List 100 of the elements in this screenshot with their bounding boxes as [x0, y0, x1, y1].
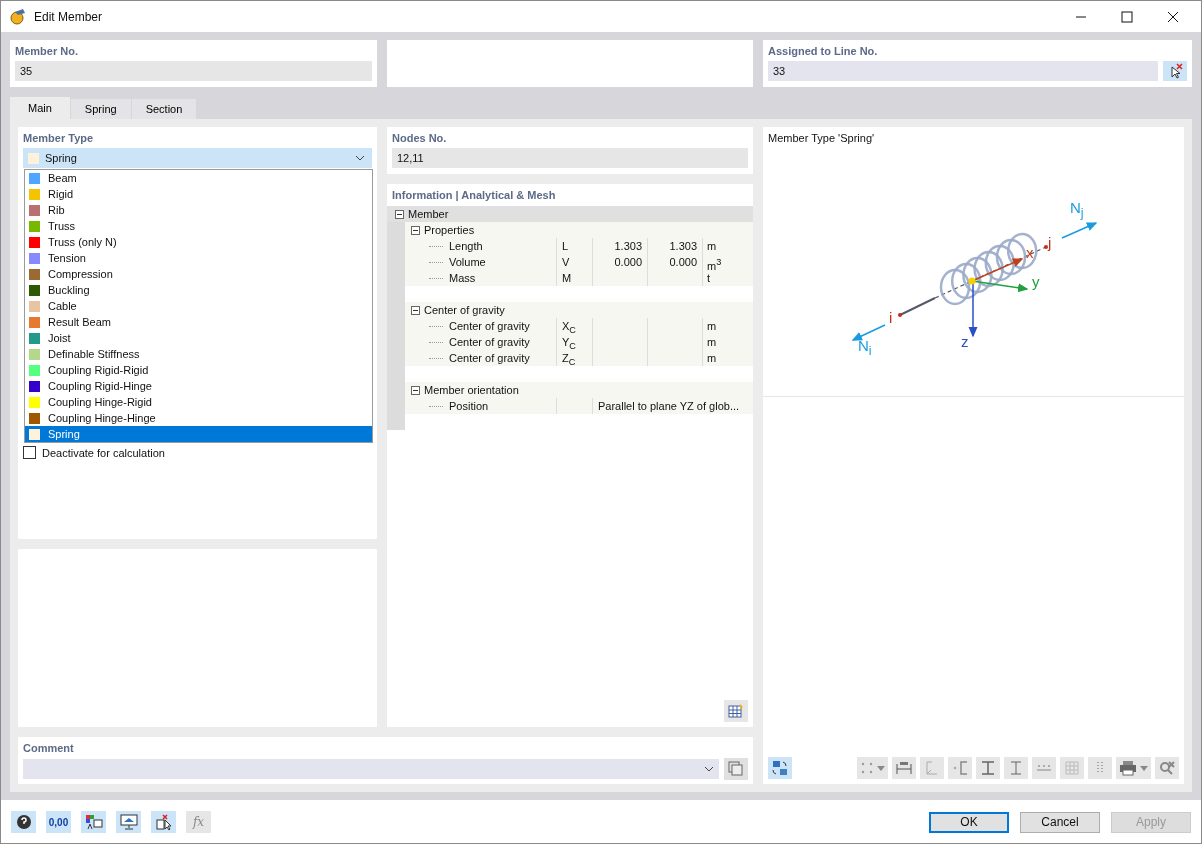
collapse-icon[interactable]	[411, 385, 420, 395]
legend-icon	[84, 814, 103, 830]
tree-label: Position	[449, 399, 489, 414]
toolbar-button[interactable]	[116, 811, 141, 833]
option-label: Truss (only N)	[48, 236, 117, 248]
dropdown-option[interactable]: Coupling Hinge-Hinge	[25, 410, 372, 426]
table-cell: V	[562, 256, 570, 268]
dropdown-option[interactable]: Joist	[25, 330, 372, 346]
tree-label: Center of gravity	[424, 303, 505, 318]
checkbox-label: Deactivate for calculation	[42, 446, 165, 459]
tree-label: Length	[449, 239, 483, 254]
tab[interactable]: Main	[10, 97, 70, 119]
assigned-line-label: Assigned to Line No.	[768, 44, 879, 59]
diagram-label: i	[889, 310, 893, 326]
tree-label: Mass	[449, 271, 476, 286]
tree-label: Volume	[449, 255, 486, 270]
grid-icon	[1064, 760, 1080, 776]
toolbar-button[interactable]: 0,00	[46, 811, 71, 833]
member-type-label: Member Type	[23, 131, 95, 146]
app-icon	[9, 7, 27, 26]
table-cell: Z$_{C}$	[562, 352, 576, 364]
member-type-combo[interactable]: Spring	[23, 148, 372, 168]
tab[interactable]: Section	[131, 99, 197, 119]
dropdown-option[interactable]: Coupling Hinge-Rigid	[25, 394, 372, 410]
checkbox[interactable]	[23, 446, 36, 459]
member-no-field[interactable]: 35	[15, 61, 372, 81]
nodes-field[interactable]: 12,11	[392, 148, 748, 168]
toolbar-button[interactable]	[1116, 757, 1151, 779]
table-cell: M	[562, 272, 572, 284]
dropdown-option[interactable]: Tension	[25, 250, 372, 266]
tree-label: Member orientation	[424, 383, 519, 398]
dropdown-option[interactable]: Compression	[25, 266, 372, 282]
dropdown-option[interactable]: Cable	[25, 298, 372, 314]
option-label: Coupling Hinge-Rigid	[48, 396, 152, 408]
diagram-label: z	[961, 334, 969, 350]
toolbar-button[interactable]	[151, 811, 176, 833]
pick-line-button[interactable]	[1163, 61, 1187, 81]
dialog-button[interactable]: OK	[929, 811, 1009, 833]
close-icon[interactable]	[1167, 10, 1179, 23]
table-cell: 1.303	[614, 240, 642, 252]
comment-field[interactable]	[23, 759, 719, 779]
collapse-icon[interactable]	[411, 225, 420, 235]
monitor-icon	[119, 814, 138, 830]
collapse-icon[interactable]	[411, 305, 420, 315]
tab[interactable]: Spring	[70, 99, 131, 119]
table-cell: m	[707, 320, 717, 332]
dialog-button[interactable]: Cancel	[1020, 811, 1100, 833]
table-cell: m$^{3}$	[707, 259, 722, 272]
table-export-button[interactable]	[724, 700, 748, 722]
dropdown-option[interactable]: Definable Stiffness	[25, 346, 372, 362]
toolbar-button[interactable]	[11, 811, 36, 833]
option-label: Result Beam	[48, 316, 111, 328]
table-icon	[728, 703, 744, 719]
option-label: Compression	[48, 268, 113, 280]
collapse-icon[interactable]	[395, 209, 404, 219]
table-cell: t	[707, 272, 711, 284]
option-label: Rib	[48, 204, 65, 216]
option-label: Coupling Hinge-Hinge	[48, 412, 156, 424]
document-cursor-icon	[154, 814, 173, 830]
table-cell: Y$_{C}$	[562, 336, 576, 348]
option-label: Buckling	[48, 284, 90, 296]
assigned-line-field[interactable]: 33	[768, 61, 1158, 81]
dropdown-option[interactable]: Truss	[25, 218, 372, 234]
axes-icon	[924, 760, 940, 776]
dots-icon	[860, 761, 874, 775]
dropdown-option[interactable]: Buckling	[25, 282, 372, 298]
table-cell: 0.000	[669, 256, 697, 268]
tree-label: Center of gravity	[449, 335, 530, 350]
dropdown-option[interactable]: Rib	[25, 202, 372, 218]
table-cell: Parallel to plane YZ of glob...	[598, 400, 740, 412]
maximize-icon[interactable]	[1121, 10, 1133, 23]
option-label: Spring	[48, 428, 80, 440]
chevron-icon	[355, 155, 365, 161]
comment-label: Comment	[23, 741, 75, 756]
i-beam-icon	[980, 760, 996, 776]
dropdown-option[interactable]: Result Beam	[25, 314, 372, 330]
tree-label: Center of gravity	[449, 319, 530, 334]
option-label: Cable	[48, 300, 77, 312]
dropdown-option[interactable]: Truss (only N)	[25, 234, 372, 250]
table-cell: m	[707, 352, 717, 364]
window-title: Edit Member	[34, 9, 103, 24]
dropdown-option[interactable]: Spring	[25, 426, 372, 442]
table-cell: L	[562, 240, 569, 252]
diagram-label: j	[1048, 235, 1052, 251]
tree-label: Properties	[424, 223, 475, 238]
view-sync-icon	[771, 759, 789, 777]
diagram-label: N$_{j}$	[1070, 200, 1084, 221]
table-cell: m	[707, 240, 717, 252]
diagram-label: x	[1026, 245, 1034, 261]
dropdown-option[interactable]: Coupling Rigid-Hinge	[25, 378, 372, 394]
member-no-label: Member No.	[15, 44, 79, 59]
option-label: Joist	[48, 332, 71, 344]
diagram-label: y	[1032, 274, 1040, 290]
option-label: Rigid	[48, 188, 74, 200]
tree-label: Member	[408, 207, 449, 222]
info-title: Information | Analytical & Mesh	[391, 188, 557, 203]
dropdown-option[interactable]: Beam	[25, 170, 372, 186]
dropdown-option[interactable]: Rigid	[25, 186, 372, 202]
toolbar-button[interactable]	[81, 811, 106, 833]
dropdown-option[interactable]: Coupling Rigid-Rigid	[25, 362, 372, 378]
